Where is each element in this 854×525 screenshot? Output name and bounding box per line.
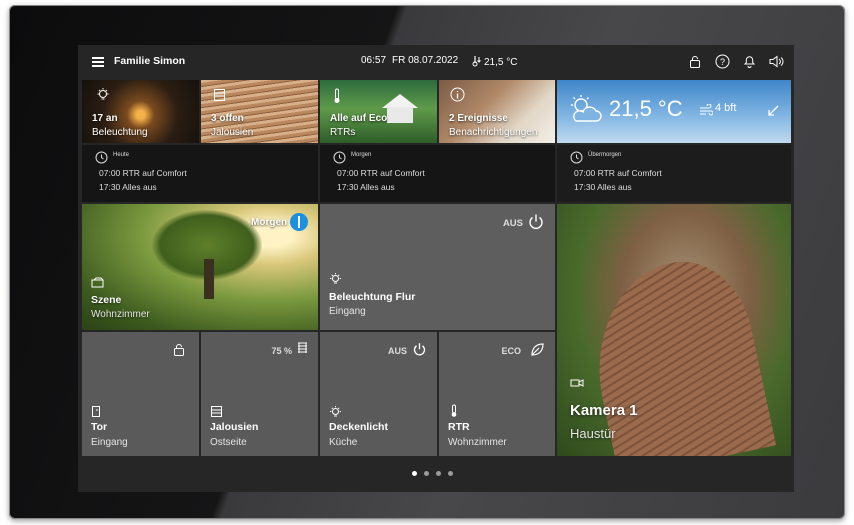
info-tile-rtr-label: RTRs: [330, 127, 356, 138]
schedule-today[interactable]: Heute 07:00 RTR auf Comfort 17:30 Alles …: [82, 145, 318, 202]
blinds-icon: [298, 342, 307, 353]
info-tile-blinds-value: 3 offen: [211, 113, 244, 124]
weather-temperature: 21,5 °C: [609, 96, 683, 121]
camera-subtitle: Haustür: [570, 426, 616, 441]
info-tile-blinds-label: Jalousien: [211, 127, 254, 138]
rtr-tile[interactable]: ECO RTR Wohnzimmer: [439, 332, 555, 456]
weather-tile[interactable]: 21,5 °C 4 bft: [557, 80, 791, 143]
schedule-day: Morgen: [351, 152, 372, 158]
blinds-east-tile[interactable]: 75 % Jalousien Ostseite: [201, 332, 318, 456]
light-hallway-state: AUS: [502, 218, 523, 229]
scene-badge-label: Morgen: [251, 217, 288, 228]
scene-icon: [91, 277, 104, 288]
gate-subtitle: Eingang: [91, 437, 128, 448]
info-tile-rtr-value: Alle auf Eco: [330, 113, 388, 124]
blinds-east-subtitle: Ostseite: [210, 437, 247, 448]
info-tile-lights[interactable]: 17 an Beleuchtung: [82, 80, 199, 143]
schedule-day: Übermorgen: [588, 152, 622, 158]
top-icons: ?: [687, 53, 784, 69]
ceiling-light-subtitle: Küche: [329, 437, 358, 448]
clock: 06:57: [361, 55, 387, 66]
gate-tile[interactable]: Tor Eingang: [82, 332, 199, 456]
rtr-state: ECO: [501, 346, 521, 356]
bell-icon[interactable]: [741, 53, 757, 69]
device-frame: Familie Simon 06:57 FR 08.07.2022 21,5 °…: [9, 5, 845, 519]
thermometer-icon: [451, 404, 457, 417]
gate-title: Tor: [91, 421, 108, 433]
leaf-icon: [531, 343, 544, 356]
wind-speed: 4 bft: [715, 102, 737, 114]
light-hallway-tile[interactable]: AUS Beleuchtung Flur Eingang: [320, 204, 555, 330]
page-dot-4[interactable]: [448, 471, 453, 476]
date: FR 08.07.2022: [392, 55, 459, 66]
gate-icon: [92, 406, 100, 417]
page-dot-1[interactable]: [412, 471, 417, 476]
schedule-entry: 07:00 RTR auf Comfort: [574, 168, 662, 178]
ceiling-light-title: Deckenlicht: [329, 421, 388, 433]
info-tile-blinds[interactable]: 3 offen Jalousien: [201, 80, 318, 143]
camera-tile[interactable]: Kamera 1 Haustür: [557, 204, 791, 456]
info-icon: [450, 87, 465, 102]
clock-icon: [570, 151, 583, 164]
scene-active-indicator[interactable]: [290, 213, 308, 231]
camera-title: Kamera 1: [570, 402, 638, 419]
top-bar: Familie Simon 06:57 FR 08.07.2022 21,5 °…: [78, 45, 794, 79]
lock-icon[interactable]: [687, 53, 703, 69]
speaker-icon[interactable]: [768, 53, 784, 69]
info-tile-lights-label: Beleuchtung: [92, 127, 148, 138]
scene-subtitle: Wohnzimmer: [91, 309, 150, 320]
scene-tile[interactable]: Morgen Szene Wohnzimmer: [82, 204, 318, 330]
ceiling-light-tile[interactable]: AUS Deckenlicht Küche: [320, 332, 437, 456]
rtr-subtitle: Wohnzimmer: [448, 437, 507, 448]
dashboard-screen: Familie Simon 06:57 FR 08.07.2022 21,5 °…: [78, 45, 794, 492]
blinds-east-title: Jalousien: [210, 421, 259, 433]
svg-text:?: ?: [719, 57, 724, 67]
outdoor-temperature-value: 21,5 °C: [484, 57, 518, 68]
outdoor-temperature: 21,5 °C: [470, 55, 517, 68]
house-picture: [382, 94, 418, 124]
power-icon: [413, 343, 426, 356]
schedule-entry: 17:30 Alles aus: [574, 182, 632, 192]
light-bulb-icon: [330, 406, 341, 417]
scene-title: Szene: [91, 294, 122, 306]
schedule-entry: 17:30 Alles aus: [99, 182, 157, 192]
light-hallway-subtitle: Eingang: [329, 306, 366, 317]
page-dot-3[interactable]: [436, 471, 441, 476]
info-tile-notifications-label: Benachrichtigungen: [449, 127, 538, 138]
page-dot-2[interactable]: [424, 471, 429, 476]
lock-icon: [174, 344, 184, 356]
blinds-east-state: 75 %: [271, 346, 292, 356]
info-tile-lights-value: 17 an: [92, 113, 118, 124]
blinds-icon: [211, 406, 222, 417]
schedule-day-after-tomorrow[interactable]: Übermorgen 07:00 RTR auf Comfort 17:30 A…: [557, 145, 791, 202]
clock-icon: [333, 151, 346, 164]
camera-icon: [570, 379, 584, 387]
help-icon[interactable]: ?: [714, 53, 730, 69]
menu-icon[interactable]: [92, 57, 104, 67]
light-hallway-title: Beleuchtung Flur: [329, 291, 416, 303]
power-icon: [529, 214, 543, 229]
schedule-tomorrow[interactable]: Morgen 07:00 RTR auf Comfort 17:30 Alles…: [320, 145, 555, 202]
blinds-icon: [214, 89, 225, 101]
wind-icon: [700, 104, 713, 116]
info-tile-notifications-value: 2 Ereignisse: [449, 113, 508, 124]
wind-direction-icon: [768, 105, 779, 116]
info-tile-rtr[interactable]: Alle auf Eco RTRs: [320, 80, 437, 143]
thermometer-icon: [334, 88, 340, 103]
schedule-day: Heute: [113, 152, 130, 158]
home-name: Familie Simon: [114, 55, 186, 67]
schedule-entry: 17:30 Alles aus: [337, 182, 395, 192]
light-bulb-icon: [330, 273, 341, 284]
light-bulb-icon: [97, 88, 109, 100]
info-tile-notifications[interactable]: 2 Ereignisse Benachrichtigungen: [439, 80, 555, 143]
ceiling-light-state: AUS: [387, 346, 407, 356]
schedule-entry: 07:00 RTR auf Comfort: [337, 168, 425, 178]
partly-cloudy-icon: [571, 95, 602, 122]
clock-icon: [95, 151, 108, 164]
page-indicator: [412, 471, 453, 476]
thermometer-arrow-icon: [472, 56, 481, 67]
rtr-title: RTR: [448, 421, 470, 433]
schedule-entry: 07:00 RTR auf Comfort: [99, 168, 187, 178]
